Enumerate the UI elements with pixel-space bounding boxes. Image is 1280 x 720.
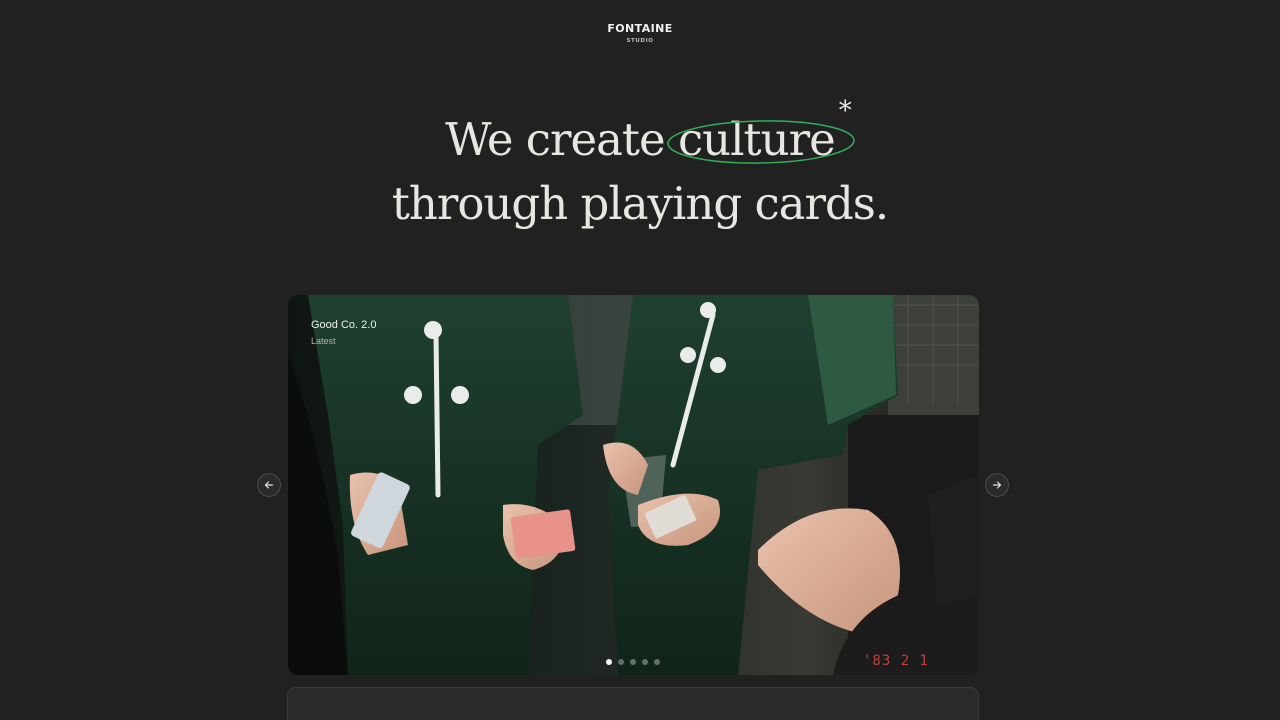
brand-subtitle: STUDIO [626,38,654,44]
hero-line-1: We create culture * [0,96,1280,172]
arrow-right-icon [992,481,1002,489]
slide-title[interactable]: Good Co. 2.0 [311,318,376,332]
carousel-dot[interactable] [606,659,612,665]
next-section-card [287,687,979,720]
carousel-dot[interactable] [618,659,624,665]
brand-name: FONTAINE [607,22,673,35]
slide-photo [288,295,979,675]
brand-logo[interactable]: FONTAINE STUDIO [0,22,1280,45]
hero-line-2: through playing cards. [391,177,889,230]
slide-tag: Latest [311,336,336,346]
hero-heading: We create culture * through playing card… [0,96,1280,236]
carousel-prev-button[interactable] [257,473,281,497]
carousel-pagination [606,659,660,665]
hero-highlight: culture * [667,96,855,172]
film-date-stamp: '83 2 1 [862,653,929,669]
highlight-ellipse-icon [667,120,855,164]
hero-text-start: We create [445,113,665,166]
hero-asterisk: * [838,96,852,126]
carousel-dot[interactable] [642,659,648,665]
carousel-dot[interactable] [630,659,636,665]
carousel-dot[interactable] [654,659,660,665]
carousel-next-button[interactable] [985,473,1009,497]
arrow-left-icon [264,481,274,489]
featured-carousel[interactable]: Good Co. 2.0 Latest '83 2 1 [288,295,979,675]
slide-caption: Good Co. 2.0 Latest [311,318,376,347]
